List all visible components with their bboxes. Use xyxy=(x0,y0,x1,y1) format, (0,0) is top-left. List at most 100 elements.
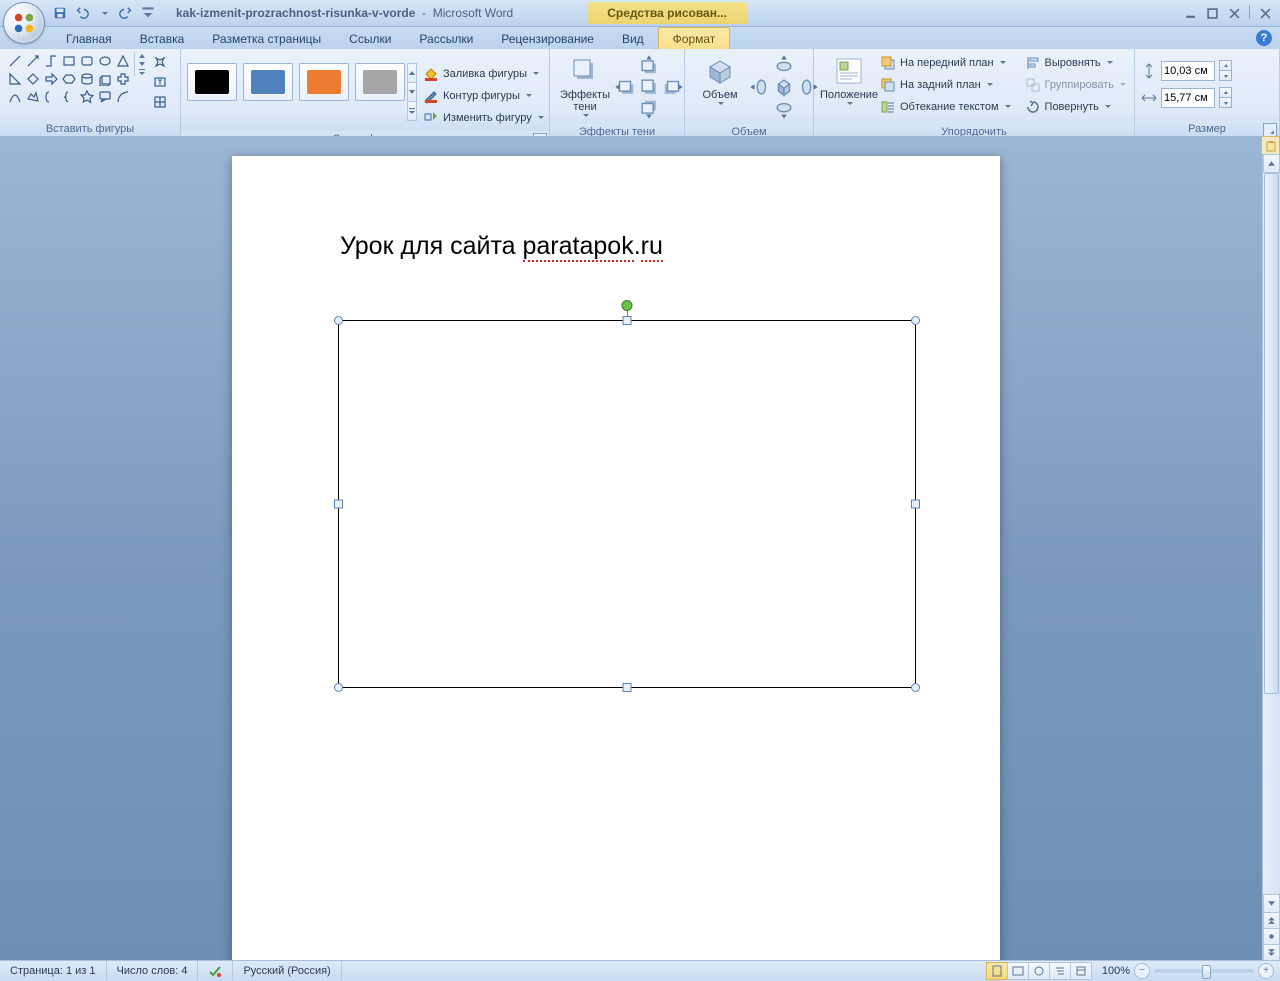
three-d-button[interactable]: Объем xyxy=(691,52,749,121)
tilt-down-icon[interactable] xyxy=(773,98,795,118)
scroll-up-button[interactable] xyxy=(1263,154,1280,173)
width-spinner[interactable] xyxy=(1219,87,1232,108)
shape-star-icon[interactable] xyxy=(78,88,95,105)
clipboard-side-icon[interactable] xyxy=(1261,136,1280,155)
tab-home[interactable]: Главная xyxy=(52,28,126,49)
redo-button[interactable] xyxy=(116,3,136,23)
style-swatch-3[interactable] xyxy=(299,63,349,101)
shapes-gallery[interactable] xyxy=(6,52,132,105)
vertical-scrollbar[interactable] xyxy=(1262,154,1280,961)
resize-handle-ne[interactable] xyxy=(911,316,920,325)
shape-arrow-icon[interactable] xyxy=(24,52,41,69)
selected-shape[interactable] xyxy=(338,320,916,688)
edit-shape-icon[interactable] xyxy=(150,52,170,71)
more-styles-icon[interactable] xyxy=(407,102,417,121)
scroll-down-button[interactable] xyxy=(1263,894,1280,913)
height-field[interactable] xyxy=(1162,65,1214,77)
shadow-toggle-icon[interactable] xyxy=(638,76,660,96)
rotate-button[interactable]: Повернуть xyxy=(1023,96,1129,117)
style-swatch-4[interactable] xyxy=(355,63,405,101)
status-word-count[interactable]: Число слов: 4 xyxy=(107,961,199,981)
shape-line-icon[interactable] xyxy=(6,52,23,69)
status-language[interactable]: Русский (Россия) xyxy=(233,961,341,981)
dialog-launcher-icon[interactable] xyxy=(1263,123,1277,137)
position-button[interactable]: Положение xyxy=(820,52,878,121)
scroll-up-icon[interactable] xyxy=(135,52,148,60)
resize-handle-sw[interactable] xyxy=(334,683,343,692)
resize-handle-s[interactable] xyxy=(623,683,632,692)
shape-bracket-icon[interactable] xyxy=(42,88,59,105)
shape-callout-icon[interactable] xyxy=(96,88,113,105)
bring-to-front-button[interactable]: На передний план xyxy=(878,52,1013,73)
shape-freeform-icon[interactable] xyxy=(24,88,41,105)
nudge-right-icon[interactable] xyxy=(662,76,684,96)
tab-format[interactable]: Формат xyxy=(658,27,731,49)
text-box-icon[interactable] xyxy=(150,72,170,91)
height-spinner[interactable] xyxy=(1219,60,1232,81)
align-button[interactable]: Выровнять xyxy=(1023,52,1129,73)
tilt-up-icon[interactable] xyxy=(773,54,795,74)
tab-insert[interactable]: Вставка xyxy=(126,28,199,49)
zoom-value[interactable]: 100% xyxy=(1102,965,1130,977)
tab-view[interactable]: Вид xyxy=(608,28,658,49)
resize-handle-w[interactable] xyxy=(334,500,343,509)
shape-connector-icon[interactable] xyxy=(42,52,59,69)
shapes-gallery-scroll[interactable] xyxy=(134,52,148,76)
shape-ellipse-icon[interactable] xyxy=(96,52,113,69)
full-screen-view-button[interactable] xyxy=(1007,962,1029,980)
resize-handle-se[interactable] xyxy=(911,683,920,692)
print-layout-view-button[interactable] xyxy=(986,962,1008,980)
undo-dropdown[interactable] xyxy=(94,3,114,23)
resize-handle-n[interactable] xyxy=(623,316,632,325)
style-gallery-more[interactable] xyxy=(407,63,417,121)
nudge-up-icon[interactable] xyxy=(638,54,660,74)
help-icon[interactable]: ? xyxy=(1256,30,1272,46)
page[interactable]: Урок для сайта paratapok.ru xyxy=(232,156,1000,961)
prev-page-button[interactable] xyxy=(1263,913,1280,929)
shape-curve-icon[interactable] xyxy=(6,88,23,105)
qat-customize[interactable] xyxy=(138,3,158,23)
text-wrap-button[interactable]: Обтекание текстом xyxy=(878,96,1013,117)
shape-rect-icon[interactable] xyxy=(60,52,77,69)
tab-review[interactable]: Рецензирование xyxy=(487,28,608,49)
status-proofing[interactable] xyxy=(198,961,233,981)
select-browse-object-button[interactable] xyxy=(1263,929,1280,945)
scroll-track[interactable] xyxy=(1263,173,1280,894)
resize-handle-nw[interactable] xyxy=(334,316,343,325)
shape-cylinder-icon[interactable] xyxy=(78,70,95,87)
shape-fill-button[interactable]: Заливка фигуры xyxy=(421,63,546,84)
scroll-thumb[interactable] xyxy=(1264,173,1279,694)
tilt-left-icon[interactable] xyxy=(749,76,771,96)
web-layout-view-button[interactable] xyxy=(1028,962,1050,980)
nudge-left-icon[interactable] xyxy=(614,76,636,96)
style-gallery[interactable] xyxy=(187,63,405,101)
outline-view-button[interactable] xyxy=(1049,962,1071,980)
style-swatch-2[interactable] xyxy=(243,63,293,101)
shape-outline-button[interactable]: Контур фигуры xyxy=(421,85,546,106)
shape-diamond-icon[interactable] xyxy=(24,70,41,87)
scroll-up-icon[interactable] xyxy=(407,63,417,83)
next-page-button[interactable] xyxy=(1263,945,1280,961)
shape-arc-icon[interactable] xyxy=(114,88,131,105)
shape-plus-icon[interactable] xyxy=(114,70,131,87)
shape-roundrect-icon[interactable] xyxy=(78,52,95,69)
rotation-handle[interactable] xyxy=(622,300,633,311)
resize-handle-e[interactable] xyxy=(911,500,920,509)
shape-arrow-right-icon[interactable] xyxy=(42,70,59,87)
send-to-back-button[interactable]: На задний план xyxy=(878,74,1013,95)
shape-rtriangle-icon[interactable] xyxy=(6,70,23,87)
group-button[interactable]: Группировать xyxy=(1023,74,1129,95)
zoom-slider[interactable] xyxy=(1154,969,1254,973)
change-shape-button[interactable]: Изменить фигуру xyxy=(421,107,546,128)
draft-view-button[interactable] xyxy=(1070,962,1092,980)
office-button[interactable] xyxy=(3,2,45,44)
more-shapes-icon[interactable] xyxy=(135,68,148,76)
shape-hexagon-icon[interactable] xyxy=(60,70,77,87)
inner-close-button[interactable] xyxy=(1256,5,1274,21)
undo-button[interactable] xyxy=(72,3,92,23)
three-d-toggle-icon[interactable] xyxy=(773,76,795,96)
style-swatch-1[interactable] xyxy=(187,63,237,101)
status-page[interactable]: Страница: 1 из 1 xyxy=(0,961,107,981)
scroll-down-icon[interactable] xyxy=(407,83,417,102)
scroll-down-icon[interactable] xyxy=(135,60,148,68)
